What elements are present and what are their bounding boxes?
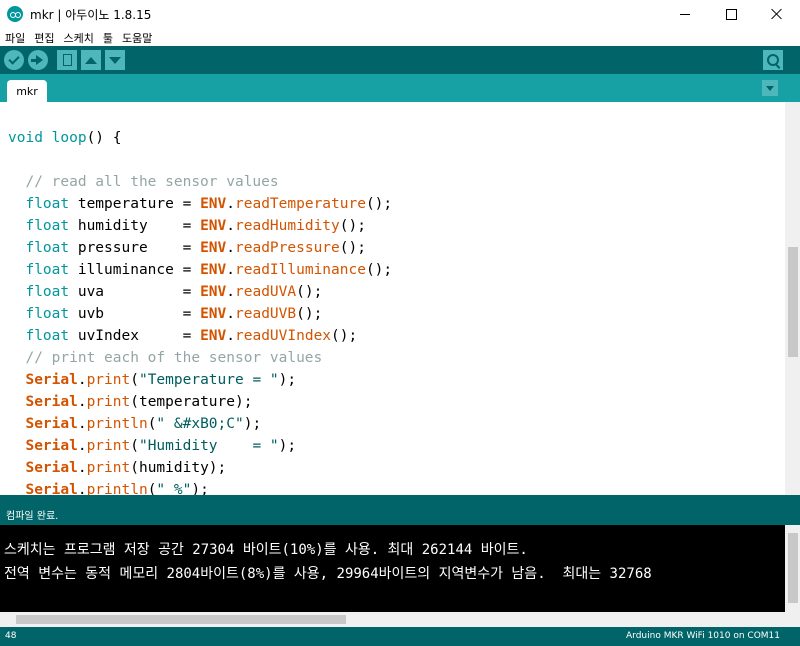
upload-button[interactable] — [28, 50, 48, 70]
status-bar: 48 Arduino MKR WiFi 1010 on COM11 — [0, 627, 800, 646]
chevron-down-icon — [766, 85, 774, 91]
console-vscroll-thumb[interactable] — [788, 533, 798, 603]
code-line: Serial.print("Humidity = "); — [8, 438, 297, 454]
menu-tools[interactable]: 툴 — [98, 28, 117, 46]
code-line: void loop() { — [8, 130, 122, 146]
save-sketch-button[interactable] — [105, 50, 125, 70]
console-hscroll-thumb[interactable] — [16, 615, 346, 624]
editor-scroll-thumb[interactable] — [788, 247, 798, 357]
tab-mkr[interactable]: mkr — [7, 80, 47, 102]
check-icon — [8, 52, 20, 65]
code-editor[interactable]: void loop() { // read all the sensor val… — [0, 102, 785, 495]
tab-menu-button[interactable] — [762, 80, 778, 96]
minimize-button[interactable] — [662, 0, 708, 28]
code-line: Serial.print("Temperature = "); — [8, 372, 297, 388]
code-line: float uvb = ENV.readUVB(); — [8, 306, 323, 322]
serial-monitor-button[interactable] — [763, 50, 783, 70]
console-line: 스케치는 프로그램 저장 공간 27304 바이트(10%)를 사용. 최대 2… — [4, 542, 528, 558]
code-line: float illuminance = ENV.readIlluminance(… — [8, 262, 393, 278]
arrow-right-icon — [30, 55, 43, 65]
magnifier-icon — [767, 54, 779, 66]
code-line: // print each of the sensor values — [8, 350, 323, 366]
tab-bar: mkr — [0, 74, 800, 102]
menu-help[interactable]: 도움말 — [117, 28, 156, 46]
verify-button[interactable] — [4, 50, 24, 70]
code-line: float pressure = ENV.readPressure(); — [8, 240, 366, 256]
minimize-icon — [680, 13, 690, 15]
code-line: // read all the sensor values — [8, 174, 279, 190]
compile-status: 컴파일 완료. — [6, 511, 59, 522]
new-file-icon — [62, 54, 72, 66]
code-line: float uva = ENV.readUVA(); — [8, 284, 323, 300]
code-line: float humidity = ENV.readHumidity(); — [8, 218, 366, 234]
maximize-icon — [725, 8, 737, 20]
menu-sketch[interactable]: 스케치 — [59, 28, 98, 46]
console-line: 전역 변수는 동적 메모리 2804바이트(8%)를 사용, 29964바이트의… — [4, 566, 652, 582]
editor-vertical-scrollbar[interactable] — [785, 102, 800, 495]
console-vertical-scrollbar[interactable] — [785, 525, 800, 627]
code-line: Serial.print(humidity); — [8, 460, 227, 476]
open-sketch-button[interactable] — [81, 50, 101, 70]
code-line: Serial.println(" %"); — [8, 482, 209, 495]
code-line: float temperature = ENV.readTemperature(… — [8, 196, 393, 212]
new-sketch-button[interactable] — [57, 50, 77, 70]
console-header: 컴파일 완료. — [0, 495, 800, 525]
arrow-up-icon — [85, 56, 97, 64]
code-line: float uvIndex = ENV.readUVIndex(); — [8, 328, 358, 344]
console-output[interactable]: 스케치는 프로그램 저장 공간 27304 바이트(10%)를 사용. 최대 2… — [0, 525, 785, 612]
arrow-down-icon — [109, 56, 121, 64]
code-line: Serial.println(" &#xB0;C"); — [8, 416, 262, 432]
code-line: Serial.print(temperature); — [8, 394, 253, 410]
maximize-button[interactable] — [708, 0, 754, 28]
menu-bar: 파일 편집 스케치 툴 도움말 — [0, 28, 800, 46]
close-button[interactable] — [754, 0, 800, 28]
menu-edit[interactable]: 편집 — [29, 28, 58, 46]
menu-file[interactable]: 파일 — [0, 28, 29, 46]
console-horizontal-scrollbar[interactable] — [0, 612, 785, 627]
toolbar — [0, 46, 800, 74]
code-text[interactable]: void loop() { // read all the sensor val… — [8, 127, 392, 495]
line-number: 48 — [5, 631, 17, 641]
board-port-label: Arduino MKR WiFi 1010 on COM11 — [626, 631, 780, 641]
title-bar: mkr | 아두이노 1.8.15 — [0, 0, 800, 28]
close-icon — [771, 8, 783, 20]
window-title: mkr | 아두이노 1.8.15 — [30, 8, 152, 22]
arduino-logo-icon — [7, 6, 23, 22]
